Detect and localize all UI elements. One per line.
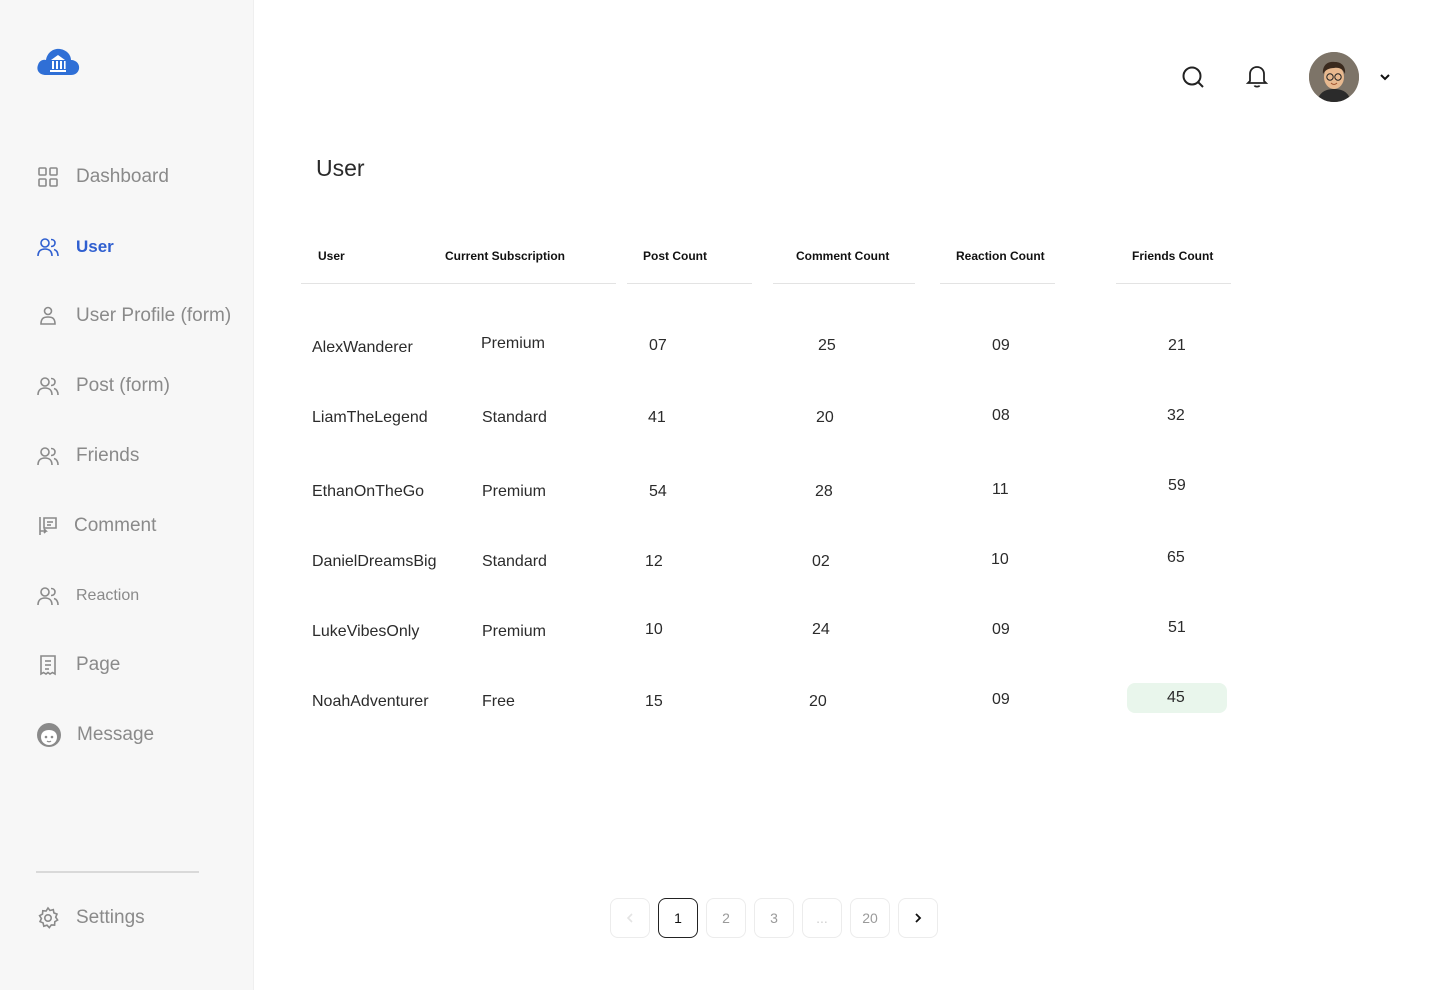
sidebar-item-label: Message xyxy=(77,724,155,745)
table-row-3-post-count: 54 xyxy=(649,483,667,500)
table-row-6-post-count: 15 xyxy=(645,693,663,710)
sidebar-item-comment[interactable]: Comment xyxy=(36,511,156,541)
table-row-5-post-count: 10 xyxy=(645,621,663,638)
table-row-5-user[interactable]: LukeVibesOnly xyxy=(312,623,419,641)
table-row-2-subscription: Standard xyxy=(482,409,547,426)
header-divider xyxy=(940,283,1055,284)
table-row-4-user[interactable]: DanielDreamsBig xyxy=(312,553,437,571)
chevron-down-icon[interactable] xyxy=(1378,70,1392,84)
sidebar-item-reaction[interactable]: Reaction xyxy=(36,581,139,611)
sidebar-item-page[interactable]: Page xyxy=(36,650,120,680)
table-row-2-friends-count: 32 xyxy=(1167,407,1185,424)
column-header-subscription[interactable]: Current Subscription xyxy=(445,249,565,263)
table-row-4-reaction-count: 10 xyxy=(991,551,1009,568)
table-row-2-post-count: 41 xyxy=(648,409,666,426)
sidebar-item-label: Dashboard xyxy=(76,166,169,187)
next-page-button[interactable] xyxy=(898,898,938,938)
table-row-1-subscription: Premium xyxy=(481,335,546,352)
table-row-1-post-count: 07 xyxy=(649,337,667,354)
chevron-left-icon xyxy=(626,913,633,923)
header-divider xyxy=(1116,283,1231,284)
table-row-6-subscription: Free xyxy=(482,693,515,710)
table-row-6-user[interactable]: NoahAdventurer xyxy=(312,693,429,711)
table-row-5-subscription: Premium xyxy=(482,623,547,640)
table-row-4-subscription: Standard xyxy=(482,553,547,570)
column-header-user[interactable]: User xyxy=(318,249,345,263)
table-row-4-comment-count: 02 xyxy=(812,553,830,570)
sidebar-item-message[interactable]: Message xyxy=(36,720,154,750)
table-row-3-user[interactable]: EthanOnTheGo xyxy=(312,483,424,501)
page-ellipsis: ... xyxy=(802,898,842,938)
sidebar-item-dashboard[interactable]: Dashboard xyxy=(36,162,169,192)
sidebar-divider xyxy=(36,871,199,873)
gear-icon xyxy=(38,906,59,929)
bell-icon[interactable] xyxy=(1244,63,1270,89)
sidebar-item-label: Settings xyxy=(76,907,145,928)
table-row-1-friends-count: 21 xyxy=(1168,337,1186,354)
table-row-3-reaction-count: 11 xyxy=(992,481,1009,498)
table-row-6-comment-count: 20 xyxy=(809,693,827,710)
sidebar-item-settings[interactable]: Settings xyxy=(36,903,145,933)
search-icon[interactable] xyxy=(1180,64,1206,90)
table-row-5-comment-count: 24 xyxy=(812,621,830,638)
sidebar-item-user[interactable]: User xyxy=(36,232,114,262)
sidebar-item-label: User xyxy=(76,237,114,256)
face-icon xyxy=(37,723,61,747)
table-row-1-reaction-count: 09 xyxy=(992,337,1010,354)
sidebar-item-post[interactable]: Post (form) xyxy=(36,371,170,401)
header-divider xyxy=(773,283,915,284)
sidebar-item-friends[interactable]: Friends xyxy=(36,441,139,471)
sidebar: Dashboard User User Profile (form) Post … xyxy=(0,0,254,990)
table-row-5-reaction-count: 09 xyxy=(992,621,1010,638)
page-title: User xyxy=(316,155,365,181)
chevron-right-icon xyxy=(915,913,922,923)
grid-icon xyxy=(38,167,58,187)
table-row-3-comment-count: 28 xyxy=(815,483,833,500)
sidebar-item-user-profile[interactable]: User Profile (form) xyxy=(36,301,231,331)
table-row-3-friends-count: 59 xyxy=(1168,477,1186,494)
table-row-1-comment-count: 25 xyxy=(818,337,836,354)
table-row-2-user[interactable]: LiamTheLegend xyxy=(312,409,428,427)
table-row-6-friends-count: 45 xyxy=(1167,689,1185,706)
bank-cloud-logo[interactable] xyxy=(36,45,80,79)
comment-icon xyxy=(39,517,57,535)
table-row-2-comment-count: 20 xyxy=(816,409,834,426)
table-row-4-friends-count: 65 xyxy=(1167,549,1185,566)
column-header-reaction-count[interactable]: Reaction Count xyxy=(956,249,1045,263)
sidebar-item-label: Comment xyxy=(74,515,157,536)
header-divider xyxy=(627,283,752,284)
page-button-2[interactable]: 2 xyxy=(706,898,746,938)
avatar-image xyxy=(1309,52,1359,102)
sidebar-item-label: User Profile (form) xyxy=(76,305,232,326)
sidebar-item-label: Page xyxy=(76,654,121,675)
column-header-comment-count[interactable]: Comment Count xyxy=(796,249,889,263)
table-row-5-friends-count: 51 xyxy=(1168,619,1186,636)
avatar[interactable] xyxy=(1309,52,1359,102)
users-icon xyxy=(37,447,59,466)
page-button-3[interactable]: 3 xyxy=(754,898,794,938)
sidebar-item-label: Post (form) xyxy=(76,375,170,396)
table-row-2-reaction-count: 08 xyxy=(992,407,1010,424)
sidebar-item-label: Friends xyxy=(76,445,140,466)
column-header-post-count[interactable]: Post Count xyxy=(643,249,707,263)
user-icon xyxy=(40,306,56,325)
column-header-friends-count[interactable]: Friends Count xyxy=(1132,249,1213,263)
document-icon xyxy=(40,655,56,676)
page-button-20[interactable]: 20 xyxy=(850,898,890,938)
sidebar-item-label: Reaction xyxy=(76,587,140,604)
header-divider xyxy=(301,283,616,284)
users-icon xyxy=(37,587,59,606)
table-row-1-user[interactable]: AlexWanderer xyxy=(312,339,413,357)
users-icon xyxy=(37,238,59,257)
table-row-6-reaction-count: 09 xyxy=(992,691,1010,708)
page-button-1[interactable]: 1 xyxy=(658,898,698,938)
table-row-4-post-count: 12 xyxy=(645,553,663,570)
table-row-3-subscription: Premium xyxy=(482,483,547,500)
users-icon xyxy=(37,377,59,396)
prev-page-button[interactable] xyxy=(610,898,650,938)
